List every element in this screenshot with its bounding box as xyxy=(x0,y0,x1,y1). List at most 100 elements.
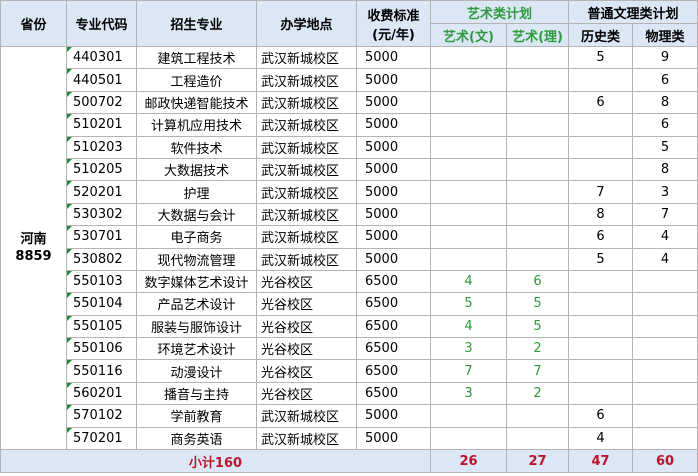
campus-cell: 武汉新城校区 xyxy=(256,404,357,428)
major-name-cell: 电子商务 xyxy=(136,225,257,249)
campus-cell: 武汉新城校区 xyxy=(256,180,357,204)
fee-cell: 5000 xyxy=(356,404,431,428)
art-science-cell: 6 xyxy=(505,269,570,294)
major-name-cell: 动漫设计 xyxy=(136,359,257,383)
fee-cell: 5000 xyxy=(356,68,431,92)
table-row: 570201 商务英语 武汉新城校区 5000 4 xyxy=(1,426,698,451)
major-name-cell: 产品艺术设计 xyxy=(136,292,257,316)
major-code-cell: 530701 xyxy=(66,225,137,249)
fee-cell: 6500 xyxy=(356,269,431,294)
art-liberal-cell xyxy=(430,404,507,428)
major-name-cell: 环境艺术设计 xyxy=(136,337,257,361)
history-cell: 5 xyxy=(568,45,634,70)
physics-cell: 4 xyxy=(632,225,698,249)
major-name-cell: 计算机应用技术 xyxy=(136,113,257,137)
physics-cell: 3 xyxy=(632,180,698,204)
art-science-cell: 2 xyxy=(505,381,570,406)
table-row: 530302 大数据与会计 武汉新城校区 5000 8 7 xyxy=(1,202,698,227)
history-cell xyxy=(568,135,634,159)
table-row: 河南 8859 440301 建筑工程技术 武汉新城校区 5000 5 9 xyxy=(0,45,698,451)
art-science-cell xyxy=(505,157,570,182)
table-row: 560201 播音与主持 光谷校区 6500 3 2 xyxy=(1,381,698,406)
art-liberal-cell: 4 xyxy=(430,269,507,294)
physics-cell xyxy=(632,269,698,294)
header-fee-line1: 收费标准 xyxy=(367,8,420,24)
physics-cell: 8 xyxy=(632,157,698,182)
header-art-liberal: 艺术(文) xyxy=(430,23,507,47)
table-row: 510203 软件技术 武汉新城校区 5000 5 xyxy=(1,135,698,159)
art-science-cell xyxy=(505,404,570,428)
header-campus: 办学地点 xyxy=(256,0,357,47)
fee-cell: 5000 xyxy=(356,225,431,249)
physics-cell: 7 xyxy=(632,202,698,227)
art-liberal-cell xyxy=(430,247,507,271)
physics-cell xyxy=(632,292,698,316)
art-science-cell: 5 xyxy=(505,292,570,316)
campus-cell: 光谷校区 xyxy=(256,381,357,406)
art-science-cell xyxy=(505,90,570,115)
art-science-cell xyxy=(505,426,570,451)
subtotal-art-science: 27 xyxy=(505,449,570,474)
physics-cell xyxy=(632,314,698,339)
history-cell xyxy=(568,359,634,383)
art-science-cell: 5 xyxy=(505,314,570,339)
art-liberal-cell xyxy=(430,113,507,137)
fee-cell: 5000 xyxy=(356,247,431,271)
header-general-plan: 普通文理类计划 xyxy=(568,0,698,24)
fee-cell: 6500 xyxy=(356,292,431,316)
art-science-cell xyxy=(505,247,570,271)
history-cell: 6 xyxy=(568,90,634,115)
history-cell xyxy=(568,157,634,182)
campus-cell: 武汉新城校区 xyxy=(256,426,357,451)
admission-plan-table: 省份 专业代码 招生专业 办学地点 收费标准 (元/年) 艺术类计划 普通文理类… xyxy=(0,0,698,474)
table-row: 550106 环境艺术设计 光谷校区 6500 3 2 xyxy=(1,337,698,361)
subtotal-row: 小计160 26 27 47 60 xyxy=(0,449,698,474)
major-name-cell: 播音与主持 xyxy=(136,381,257,406)
art-science-cell xyxy=(505,225,570,249)
subtotal-label: 小计160 xyxy=(0,449,431,474)
major-code-cell: 550104 xyxy=(66,292,137,316)
major-name-cell: 大数据与会计 xyxy=(136,202,257,227)
physics-cell xyxy=(632,426,698,451)
art-liberal-cell: 3 xyxy=(430,381,507,406)
art-liberal-cell xyxy=(430,225,507,249)
header-fee: 收费标准 (元/年) xyxy=(356,0,431,47)
major-code-cell: 440501 xyxy=(66,68,137,92)
subtotal-physics: 60 xyxy=(632,449,698,474)
art-liberal-cell: 5 xyxy=(430,292,507,316)
fee-cell: 5000 xyxy=(356,113,431,137)
campus-cell: 武汉新城校区 xyxy=(256,247,357,271)
art-liberal-cell xyxy=(430,68,507,92)
header-province: 省份 xyxy=(0,0,67,47)
history-cell xyxy=(568,381,634,406)
table-row: 500702 邮政快递智能技术 武汉新城校区 5000 6 8 xyxy=(1,90,698,115)
campus-cell: 武汉新城校区 xyxy=(256,202,357,227)
art-science-cell xyxy=(505,135,570,159)
major-name-cell: 数字媒体艺术设计 xyxy=(136,269,257,294)
fee-cell: 5000 xyxy=(356,45,431,70)
fee-cell: 6500 xyxy=(356,314,431,339)
physics-cell xyxy=(632,337,698,361)
physics-cell: 6 xyxy=(632,68,698,92)
fee-cell: 5000 xyxy=(356,426,431,451)
campus-cell: 武汉新城校区 xyxy=(256,45,357,70)
header-art-science: 艺术(理) xyxy=(505,23,570,47)
physics-cell xyxy=(632,381,698,406)
header-fee-line2: (元/年) xyxy=(372,27,415,43)
table-row: 510201 计算机应用技术 武汉新城校区 5000 6 xyxy=(1,113,698,137)
physics-cell: 8 xyxy=(632,90,698,115)
major-code-cell: 550105 xyxy=(66,314,137,339)
history-cell: 5 xyxy=(568,247,634,271)
history-cell: 8 xyxy=(568,202,634,227)
fee-cell: 5000 xyxy=(356,180,431,204)
table-row: 530701 电子商务 武汉新城校区 5000 6 4 xyxy=(1,225,698,249)
campus-cell: 光谷校区 xyxy=(256,337,357,361)
physics-cell: 5 xyxy=(632,135,698,159)
fee-cell: 6500 xyxy=(356,359,431,383)
history-cell xyxy=(568,269,634,294)
major-code-cell: 440301 xyxy=(66,45,137,70)
table-row: 550103 数字媒体艺术设计 光谷校区 6500 4 6 xyxy=(1,269,698,294)
major-code-cell: 530802 xyxy=(66,247,137,271)
table-row: 550104 产品艺术设计 光谷校区 6500 5 5 xyxy=(1,292,698,316)
major-name-cell: 软件技术 xyxy=(136,135,257,159)
